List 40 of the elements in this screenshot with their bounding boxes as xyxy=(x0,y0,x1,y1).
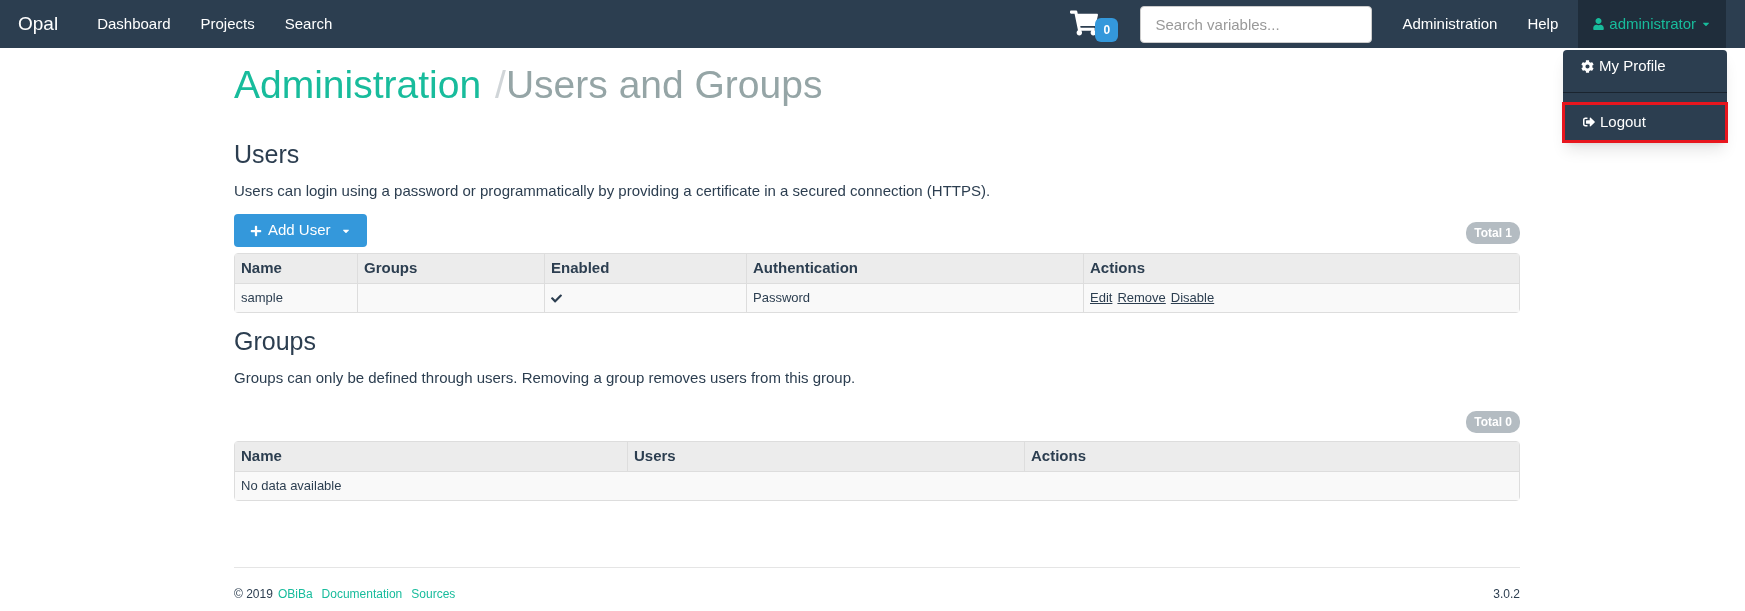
table-cell: sample xyxy=(235,283,357,312)
page-title: Users and Groups xyxy=(505,62,823,108)
empty-table-message: No data available xyxy=(235,471,1519,500)
column-header: Groups xyxy=(357,254,544,283)
section-heading: Users xyxy=(234,139,301,170)
column-header: Authentication xyxy=(746,254,1083,283)
column-header: Actions xyxy=(1024,442,1519,471)
sign-out-icon xyxy=(1583,116,1595,129)
column-header: Users xyxy=(627,442,1024,471)
user-icon xyxy=(1593,18,1605,30)
breadcrumb-separator: / xyxy=(495,62,506,108)
plus-icon xyxy=(250,224,262,237)
cart-icon[interactable] xyxy=(1070,10,1099,36)
column-header: Name xyxy=(235,254,357,283)
action-link[interactable]: Remove xyxy=(1117,288,1166,308)
section-heading: Groups xyxy=(234,326,317,357)
cart-count-badge: 0 xyxy=(1095,18,1119,42)
total-badge: Total 0 xyxy=(1466,411,1520,433)
section-description: Users can login using a password or programmatically by providing a certificate in a secured connection (HTTPS). xyxy=(234,180,992,201)
action-link[interactable]: Disable xyxy=(1170,288,1215,308)
action-link[interactable]: Edit xyxy=(1090,288,1113,308)
nav-link[interactable]: Administration xyxy=(1387,12,1513,36)
nav-link[interactable]: Help xyxy=(1512,12,1574,36)
nav-link[interactable]: Dashboard xyxy=(82,12,186,36)
search-field[interactable]: Search variables... xyxy=(1140,5,1373,43)
column-header: Name xyxy=(235,442,627,471)
menu-item[interactable]: Logout xyxy=(1562,102,1728,143)
nav-link[interactable]: Search xyxy=(269,12,348,36)
user-menu-toggle[interactable]: administrator xyxy=(1578,0,1726,48)
total-badge: Total 1 xyxy=(1466,222,1520,244)
version-text: 3.0.2 xyxy=(1493,586,1520,603)
copyright-text: © 2019 xyxy=(234,586,273,603)
nav-link[interactable]: Projects xyxy=(185,12,270,36)
table-cell: Password xyxy=(746,283,1083,312)
gear-icon xyxy=(1581,60,1594,73)
menu-item[interactable]: My Profile xyxy=(1563,50,1727,83)
column-header: Actions xyxy=(1083,254,1519,283)
brand-link[interactable]: Opal xyxy=(18,9,59,39)
section-description: Groups can only be defined through users. Removing a group removes users from this group. xyxy=(234,367,857,388)
column-header: Enabled xyxy=(544,254,746,283)
